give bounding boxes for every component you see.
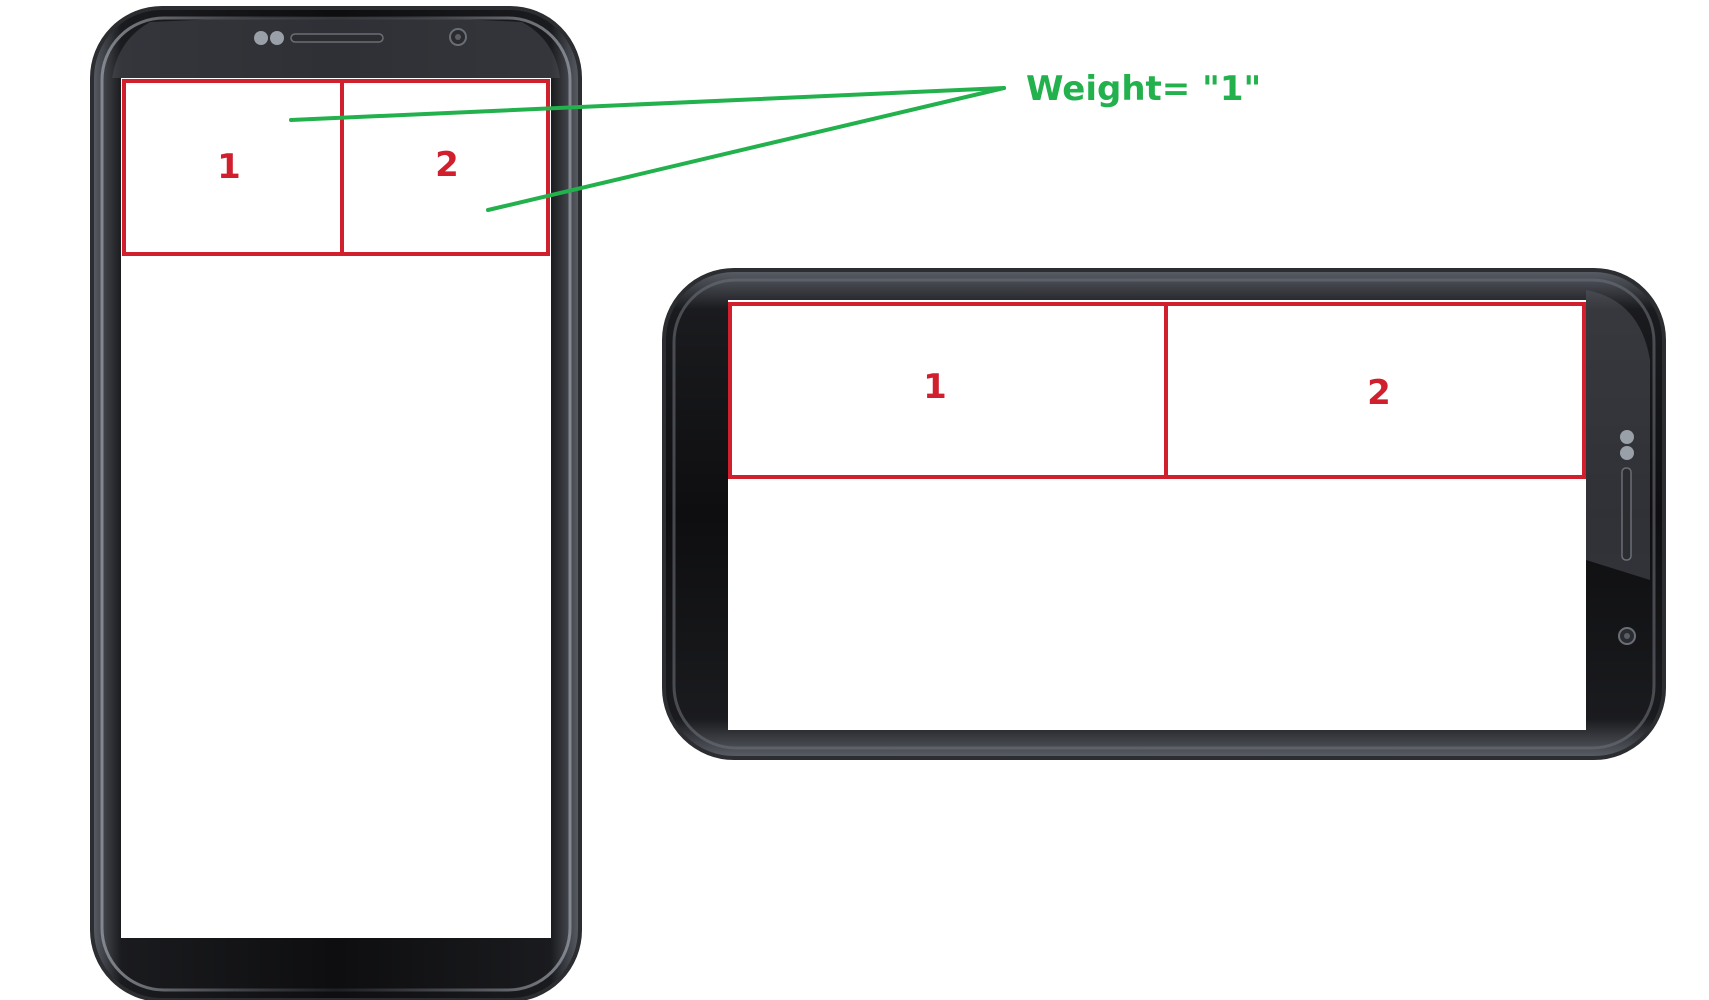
landscape-phone: 1 2: [662, 268, 1666, 760]
portrait-phone: 1 2: [90, 6, 582, 1000]
speaker-grille-icon: [1621, 467, 1632, 561]
portrait-cell-2-label: 2: [435, 145, 459, 185]
portrait-screen: [121, 78, 551, 938]
diagram-canvas: 1 2 1 2 Weight= "1": [90, 6, 1666, 1000]
camera-dot-icon: [1618, 627, 1636, 645]
weight-annotation-label: Weight= "1": [1026, 69, 1261, 109]
landscape-phone-side-gloss: [1586, 290, 1650, 580]
camera-dot-icon: [449, 28, 467, 46]
portrait-cell-1-label: 1: [217, 147, 241, 187]
landscape-screen: [728, 300, 1586, 730]
landscape-cell-1-label: 1: [923, 367, 947, 407]
portrait-phone-top-gloss: [112, 17, 560, 78]
speaker-grille-icon: [290, 33, 384, 43]
landscape-cell-2-label: 2: [1367, 373, 1391, 413]
